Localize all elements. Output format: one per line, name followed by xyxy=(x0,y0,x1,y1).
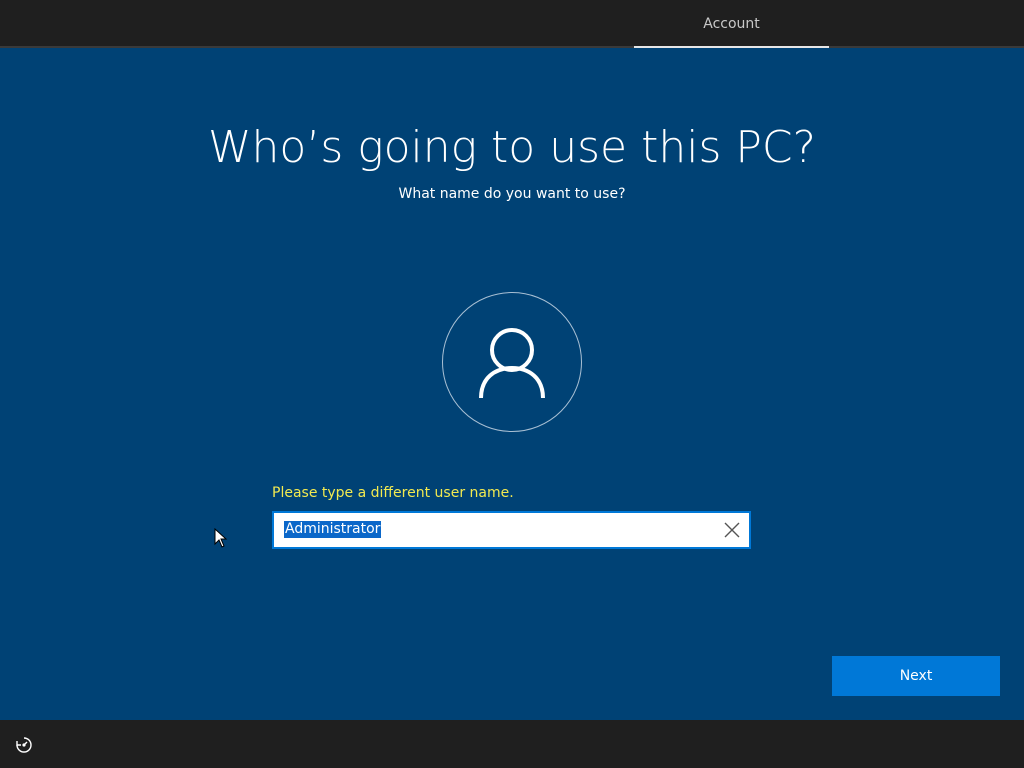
avatar xyxy=(442,292,582,432)
tab-account[interactable]: Account xyxy=(634,0,829,48)
user-icon xyxy=(479,328,545,398)
mouse-cursor xyxy=(214,528,228,548)
clear-button[interactable] xyxy=(721,519,743,541)
next-button[interactable]: Next xyxy=(832,656,1000,696)
error-message: Please type a different user name. xyxy=(272,485,514,501)
page-title: Who’s going to use this PC? xyxy=(208,122,816,173)
ease-of-access-icon[interactable] xyxy=(14,735,34,755)
tab-account-label: Account xyxy=(703,16,760,32)
top-bar: Account xyxy=(0,0,1024,48)
active-tab-indicator xyxy=(634,46,829,48)
username-field[interactable]: Administrator xyxy=(272,511,751,549)
oobe-screen: Account Who’s going to use this PC? What… xyxy=(0,0,1024,768)
close-icon xyxy=(724,522,740,538)
page-subtitle: What name do you want to use? xyxy=(398,186,626,202)
bottom-bar xyxy=(0,720,1024,768)
username-value[interactable]: Administrator xyxy=(284,521,382,538)
